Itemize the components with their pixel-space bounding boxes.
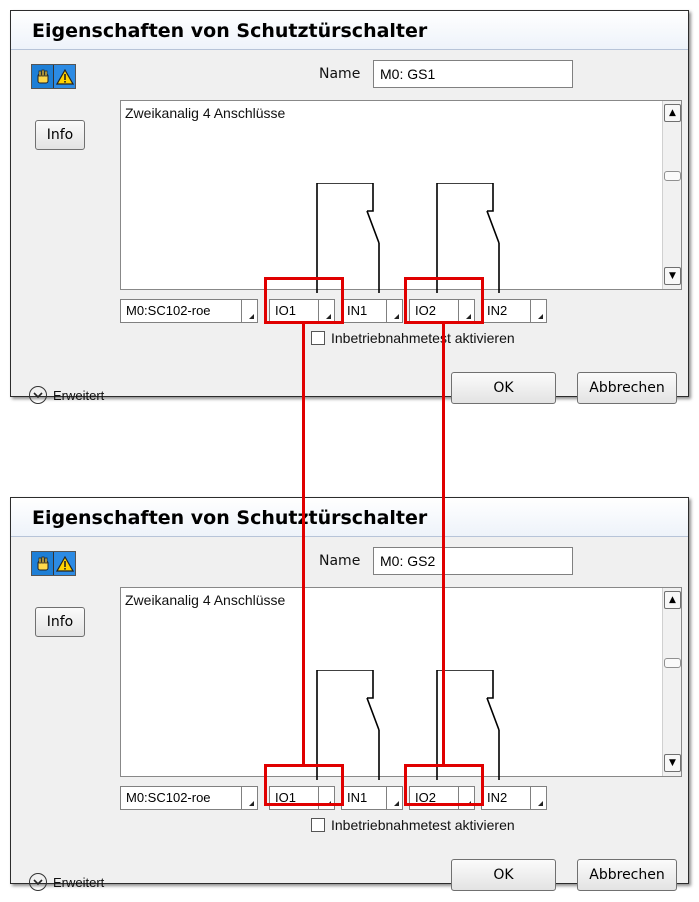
dialog-titlebar[interactable]: Eigenschaften von Schutztürschalter	[11, 498, 688, 537]
chevron-down-icon[interactable]	[29, 386, 47, 404]
chevron-down-icon[interactable]	[458, 300, 474, 322]
combo-io2[interactable]: IO2	[409, 786, 475, 810]
chevron-down-icon[interactable]	[386, 787, 402, 809]
connector-line-io2	[442, 323, 445, 767]
info-button[interactable]: Info	[35, 120, 85, 150]
combo-in1[interactable]: IN1	[341, 299, 403, 323]
scroll-thumb[interactable]	[664, 658, 681, 668]
combo-controller-value: M0:SC102-roe	[126, 790, 211, 805]
dialog-gs2: Eigenschaften von Schutztürschalter Info…	[10, 497, 689, 891]
commissioning-label[interactable]: Inbetriebnahmetest aktivieren	[331, 330, 515, 346]
combo-in2[interactable]: IN2	[481, 786, 547, 810]
combo-in1[interactable]: IN1	[341, 786, 403, 810]
combo-in2[interactable]: IN2	[481, 299, 547, 323]
chevron-down-icon[interactable]	[318, 300, 334, 322]
ok-button[interactable]: OK	[451, 859, 556, 891]
connector-line-io1	[302, 323, 305, 767]
scroll-down-icon[interactable]: ▼	[664, 754, 681, 772]
name-field[interactable]: M0: GS2	[373, 547, 573, 575]
combo-in2-value: IN2	[487, 303, 508, 318]
warning-icon	[53, 65, 75, 88]
scroll-down-icon[interactable]: ▼	[664, 267, 681, 285]
description-text: Zweikanalig 4 Anschlüsse	[125, 592, 286, 608]
scroll-thumb[interactable]	[664, 171, 681, 181]
scroll-up-icon[interactable]: ▲	[664, 104, 681, 122]
chevron-down-icon[interactable]	[386, 300, 402, 322]
switch-schematic	[316, 183, 500, 293]
chevron-down-icon[interactable]	[458, 787, 474, 809]
combo-io2-value: IO2	[415, 790, 436, 805]
name-label: Name	[319, 553, 361, 569]
cancel-button[interactable]: Abbrechen	[577, 859, 677, 891]
mode-toggle[interactable]	[31, 64, 76, 89]
panel-scrollbar[interactable]: ▲ ▼	[662, 101, 681, 289]
combo-io1-value: IO1	[275, 303, 296, 318]
name-label: Name	[319, 66, 361, 82]
combo-io2-value: IO2	[415, 303, 436, 318]
dialog-title: Eigenschaften von Schutztürschalter	[32, 507, 428, 529]
warning-icon	[53, 552, 75, 575]
scroll-up-icon[interactable]: ▲	[664, 591, 681, 609]
combo-in2-value: IN2	[487, 790, 508, 805]
combo-controller-value: M0:SC102-roe	[126, 303, 211, 318]
mode-toggle[interactable]	[31, 551, 76, 576]
expand-label[interactable]: Erweitert	[53, 388, 104, 403]
name-field[interactable]: M0: GS1	[373, 60, 573, 88]
chevron-down-icon[interactable]	[29, 873, 47, 891]
chevron-down-icon[interactable]	[530, 787, 546, 809]
info-button[interactable]: Info	[35, 607, 85, 637]
combo-io1-value: IO1	[275, 790, 296, 805]
commissioning-checkbox[interactable]	[311, 331, 325, 345]
dialog-body: Info Name M0: GS1 Zweikanalig 4 Anschlüs…	[11, 50, 688, 404]
panel-scrollbar[interactable]: ▲ ▼	[662, 588, 681, 776]
description-panel: Zweikanalig 4 Anschlüsse ▲ ▼	[120, 100, 682, 293]
chevron-down-icon[interactable]	[318, 787, 334, 809]
combo-io1[interactable]: IO1	[269, 299, 335, 323]
combo-io2[interactable]: IO2	[409, 299, 475, 323]
dialog-title: Eigenschaften von Schutztürschalter	[32, 20, 428, 42]
combo-in1-value: IN1	[347, 790, 368, 805]
commissioning-label[interactable]: Inbetriebnahmetest aktivieren	[331, 817, 515, 833]
description-text: Zweikanalig 4 Anschlüsse	[125, 105, 286, 121]
cancel-button[interactable]: Abbrechen	[577, 372, 677, 404]
combo-in1-value: IN1	[347, 303, 368, 318]
dialog-gs1: Eigenschaften von Schutztürschalter Info…	[10, 10, 689, 404]
chevron-down-icon[interactable]	[241, 787, 257, 809]
combo-io1[interactable]: IO1	[269, 786, 335, 810]
hand-icon	[32, 65, 53, 88]
switch-schematic	[316, 670, 500, 780]
dialog-body: Info Name M0: GS2 Zweikanalig 4 Anschlüs…	[11, 537, 688, 891]
combo-controller[interactable]: M0:SC102-roe	[120, 786, 258, 810]
ok-button[interactable]: OK	[451, 372, 556, 404]
description-panel: Zweikanalig 4 Anschlüsse ▲ ▼	[120, 587, 682, 780]
dialog-titlebar[interactable]: Eigenschaften von Schutztürschalter	[11, 11, 688, 50]
expand-label[interactable]: Erweitert	[53, 875, 104, 890]
combo-controller[interactable]: M0:SC102-roe	[120, 299, 258, 323]
chevron-down-icon[interactable]	[530, 300, 546, 322]
commissioning-checkbox[interactable]	[311, 818, 325, 832]
chevron-down-icon[interactable]	[241, 300, 257, 322]
hand-icon	[32, 552, 53, 575]
